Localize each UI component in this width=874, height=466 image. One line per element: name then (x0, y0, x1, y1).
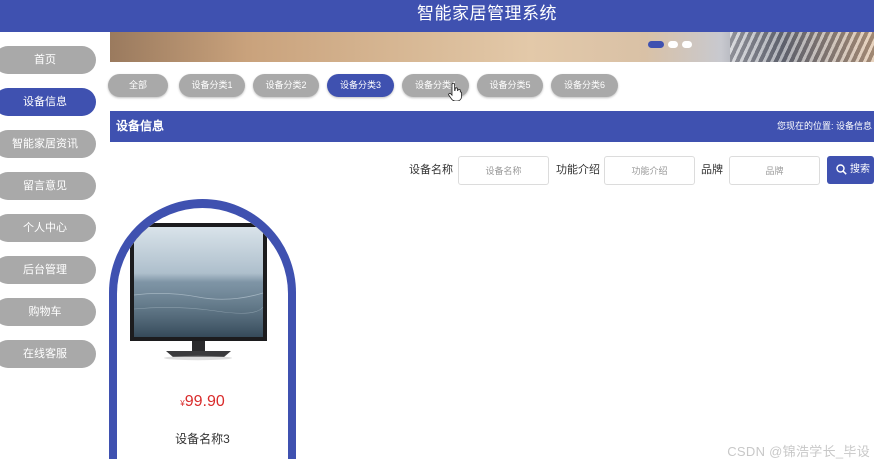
hand-cursor-icon (448, 83, 462, 101)
search-button[interactable]: 搜索 (827, 156, 874, 184)
breadcrumb: 您现在的位置: 设备信息 (776, 121, 872, 131)
category-1[interactable]: 设备分类1 (179, 74, 245, 97)
carousel-dot-2[interactable] (668, 41, 678, 48)
top-bar: 智能家居管理系统 (0, 0, 874, 32)
category-3[interactable]: 设备分类3 (327, 74, 394, 97)
product-image (126, 217, 271, 377)
carousel-dot-1[interactable] (648, 41, 664, 48)
brand-label: 品牌 (701, 164, 723, 176)
banner-carousel[interactable] (110, 32, 874, 62)
product-card-inner: ¥99.90 设备名称3 (117, 208, 288, 459)
brand-input[interactable] (729, 156, 820, 185)
search-icon (836, 164, 847, 175)
sidebar-item-devices[interactable]: 设备信息 (0, 88, 96, 116)
sidebar-item-cart[interactable]: 购物车 (0, 298, 96, 326)
search-form: 设备名称 功能介绍 品牌 (0, 156, 874, 185)
price-value: 99.90 (184, 393, 225, 410)
product-card[interactable]: ¥99.90 设备名称3 (109, 199, 296, 459)
product-name: 设备名称3 (175, 432, 230, 446)
banner-image-detail (730, 32, 874, 62)
product-price: ¥99.90 (117, 393, 288, 411)
intro-label: 功能介绍 (556, 164, 600, 176)
intro-input[interactable] (604, 156, 695, 185)
watermark: CSDN @锦浩学长_毕设 (727, 444, 870, 459)
carousel-indicators (648, 41, 692, 48)
category-5[interactable]: 设备分类5 (477, 74, 543, 97)
device-name-label: 设备名称 (409, 164, 453, 176)
search-button-label: 搜索 (850, 164, 870, 175)
sidebar-item-profile[interactable]: 个人中心 (0, 214, 96, 242)
category-2[interactable]: 设备分类2 (253, 74, 319, 97)
site-title: 智能家居管理系统 (417, 4, 557, 23)
section-header: 设备信息 您现在的位置: 设备信息 (110, 111, 874, 142)
sidebar-item-news[interactable]: 智能家居资讯 (0, 130, 96, 158)
category-6[interactable]: 设备分类6 (551, 74, 618, 97)
carousel-dot-3[interactable] (682, 41, 692, 48)
device-name-input[interactable] (458, 156, 549, 185)
sidebar-item-home[interactable]: 首页 (0, 46, 96, 74)
sidebar-item-admin[interactable]: 后台管理 (0, 256, 96, 284)
section-title: 设备信息 (116, 119, 165, 133)
sidebar-item-support[interactable]: 在线客服 (0, 340, 96, 368)
category-all[interactable]: 全部 (108, 74, 168, 97)
